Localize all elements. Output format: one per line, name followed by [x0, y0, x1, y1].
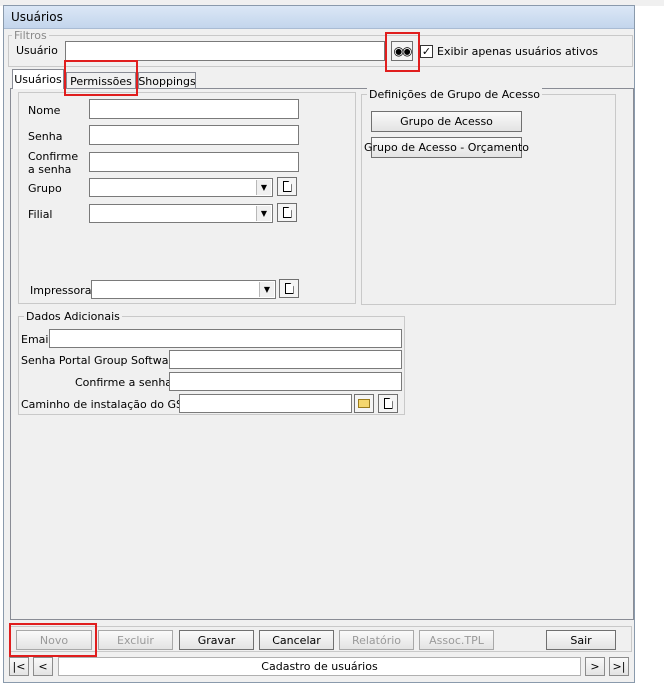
branch-label: Filial	[28, 208, 53, 221]
first-record-button[interactable]: |<	[9, 657, 29, 676]
portal-password-label: Senha Portal Group Software	[21, 354, 180, 367]
prev-record-button[interactable]: <	[33, 657, 53, 676]
filters-legend: Filtros	[12, 29, 49, 42]
install-path-label: Caminho de instalação do GShop	[21, 398, 204, 411]
active-only-label: Exibir apenas usuários ativos	[437, 45, 599, 58]
permissions-tab-highlight	[64, 60, 138, 96]
tab-usuarios[interactable]: Usuários	[12, 69, 64, 89]
chevron-down-icon: ▼	[259, 282, 274, 297]
status-text: Cadastro de usuários	[261, 660, 378, 673]
group-select[interactable]: ▼	[89, 178, 273, 197]
access-group-legend: Definições de Grupo de Acesso	[367, 88, 543, 101]
budget-access-group-button[interactable]: Grupo de Acesso - Orçamento	[364, 137, 529, 158]
install-path-field[interactable]	[179, 394, 352, 413]
title-bar: Usuários	[4, 6, 634, 29]
document-icon	[383, 398, 393, 409]
branch-select[interactable]: ▼	[89, 204, 273, 223]
confirm-password-label-1: Confirme	[28, 150, 79, 163]
active-only-checkbox[interactable]: ✓	[420, 45, 433, 58]
password-label: Senha	[28, 130, 63, 143]
portal-password-field[interactable]	[169, 350, 402, 369]
document-icon	[282, 181, 292, 192]
new-printer-button[interactable]	[279, 279, 299, 298]
last-record-button[interactable]: >|	[609, 657, 629, 676]
new-button-highlight	[9, 623, 97, 657]
group-label: Grupo	[28, 182, 62, 195]
cancel-button[interactable]: Cancelar	[259, 630, 334, 650]
portal-confirm-password-field[interactable]	[169, 372, 402, 391]
chevron-down-icon: ▼	[256, 206, 271, 221]
name-field[interactable]	[89, 99, 299, 119]
users-window: Usuários Filtros Usuário ◉◉ ✓ Exibir ape…	[3, 5, 635, 683]
window-title: Usuários	[11, 10, 63, 24]
document-icon	[284, 283, 294, 294]
user-filter-label: Usuário	[16, 44, 58, 57]
save-button[interactable]: Gravar	[179, 630, 254, 650]
status-text-box: Cadastro de usuários	[58, 657, 581, 676]
exit-button[interactable]: Sair	[546, 630, 616, 650]
additional-data-legend: Dados Adicionais	[24, 310, 122, 323]
new-path-button[interactable]	[378, 394, 398, 413]
user-fields-group	[18, 92, 356, 304]
email-field[interactable]	[49, 329, 402, 348]
assoc-tpl-button[interactable]: Assoc.TPL	[419, 630, 494, 650]
search-button-highlight	[385, 32, 420, 72]
new-group-button[interactable]	[277, 177, 297, 196]
folder-icon	[358, 399, 370, 408]
chevron-down-icon: ▼	[256, 180, 271, 195]
document-icon	[282, 207, 292, 218]
report-button[interactable]: Relatório	[339, 630, 414, 650]
browse-folder-button[interactable]	[354, 394, 374, 413]
access-group-button[interactable]: Grupo de Acesso	[371, 111, 522, 132]
tab-shoppings[interactable]: Shoppings	[138, 72, 196, 89]
next-record-button[interactable]: >	[585, 657, 605, 676]
password-field[interactable]	[89, 125, 299, 145]
delete-button[interactable]: Excluir	[98, 630, 173, 650]
new-branch-button[interactable]	[277, 203, 297, 222]
printer-select[interactable]: ▼	[91, 280, 276, 299]
printer-label: Impressora	[30, 284, 92, 297]
confirm-password-label-2: a senha	[28, 163, 72, 176]
email-label: Email	[21, 333, 52, 346]
portal-confirm-password-label: Confirme a senha	[75, 376, 173, 389]
name-label: Nome	[28, 104, 61, 117]
user-filter-input[interactable]	[65, 41, 385, 61]
confirm-password-field[interactable]	[89, 152, 299, 172]
